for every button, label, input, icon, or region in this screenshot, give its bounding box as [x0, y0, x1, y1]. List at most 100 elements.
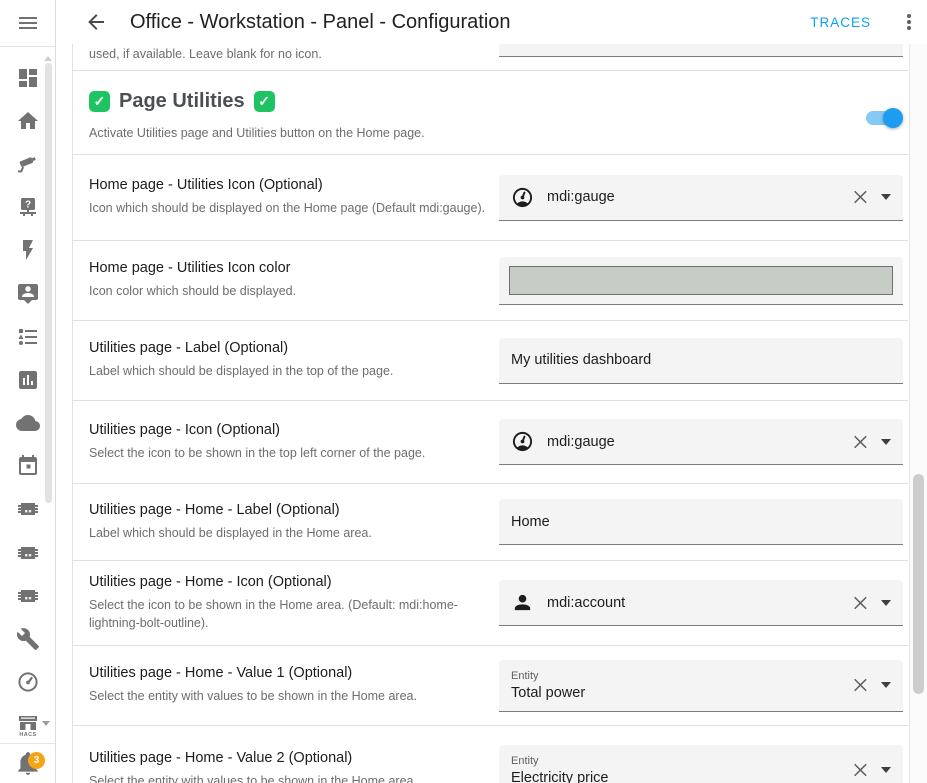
icon-picker-input[interactable]: mdi:account: [499, 580, 903, 626]
sidebar-scrollbar-thumb[interactable]: [45, 63, 52, 503]
chevron-down-icon[interactable]: [881, 682, 891, 688]
clear-icon[interactable]: [851, 187, 871, 207]
icon-picker-input[interactable]: mdi:gauge: [499, 175, 903, 221]
check-emoji-icon: ✓: [254, 91, 275, 112]
text-input-partial[interactable]: [499, 44, 903, 57]
field-label: Utilities page - Home - Value 1 (Optiona…: [89, 665, 417, 681]
section-header-row: ✓ Page Utilities ✓ Activate Utilities pa…: [73, 70, 908, 154]
gauge-icon: [16, 670, 40, 694]
lightning-icon: [16, 238, 40, 262]
field-value: mdi:account: [547, 595, 851, 611]
help-network-icon: ?: [16, 195, 40, 219]
dashboard-icon: [16, 66, 40, 90]
page-scrollbar[interactable]: [909, 44, 927, 783]
cloud-icon: [16, 411, 40, 435]
list-icon: [16, 325, 40, 349]
hacs-icon: [16, 713, 40, 733]
clear-icon[interactable]: [851, 593, 871, 613]
page-scrollbar-thumb[interactable]: [913, 474, 924, 694]
traces-button[interactable]: TRACES: [810, 15, 871, 30]
back-button[interactable]: [84, 10, 108, 34]
chip-icon: [16, 584, 40, 608]
chevron-down-icon[interactable]: [881, 600, 891, 606]
entity-picker-input[interactable]: Entity Total power: [499, 660, 903, 712]
text-input[interactable]: Home: [499, 499, 903, 545]
dots-vertical-icon: [897, 10, 921, 34]
sidebar-item-notifications[interactable]: 3: [0, 748, 56, 783]
field-label: Utilities page - Icon (Optional): [89, 422, 425, 438]
top-app-bar: Office - Workstation - Panel - Configura…: [56, 0, 927, 44]
field-label: Utilities page - Home - Value 2 (Optiona…: [89, 750, 417, 766]
field-value: mdi:gauge: [547, 189, 851, 205]
calendar-icon: [16, 454, 40, 478]
gauge-icon: [511, 186, 534, 209]
sidebar: ?: [0, 0, 56, 783]
hamburger-menu-button[interactable]: [0, 0, 55, 47]
config-row: Utilities page - Home - Value 2 (Optiona…: [73, 725, 908, 783]
clear-icon[interactable]: [851, 760, 871, 780]
chevron-down-icon[interactable]: [42, 721, 50, 726]
notification-badge: 3: [28, 752, 45, 769]
sidebar-scrollbar[interactable]: [44, 56, 52, 516]
wrench-icon: [16, 627, 40, 651]
tooltip-account-icon: [16, 282, 40, 306]
field-value: Electricity price: [511, 770, 851, 783]
overflow-menu-button[interactable]: [897, 10, 921, 34]
sidebar-item-supervisor[interactable]: [0, 617, 56, 660]
field-value: Home: [511, 514, 895, 530]
cctv-icon: [16, 152, 40, 176]
clear-icon[interactable]: [851, 675, 871, 695]
entity-floating-label: Entity: [511, 755, 851, 767]
svg-text:?: ?: [25, 200, 31, 211]
field-description: Label which should be displayed in the H…: [89, 524, 372, 542]
chevron-down-icon[interactable]: [881, 194, 891, 200]
scroll-up-icon[interactable]: [44, 56, 52, 61]
field-description: Label which should be displayed in the t…: [89, 362, 393, 380]
account-icon: [511, 591, 534, 614]
config-form: used, if available. Leave blank for no i…: [72, 44, 908, 783]
sidebar-item-device-3[interactable]: [0, 574, 56, 617]
config-row-partial: used, if available. Leave blank for no i…: [73, 44, 908, 70]
chevron-down-icon[interactable]: [881, 439, 891, 445]
chevron-down-icon[interactable]: [881, 767, 891, 773]
entity-picker-input[interactable]: Entity Electricity price: [499, 745, 903, 783]
config-row: Home page - Utilities Icon color Icon co…: [73, 240, 908, 320]
chip-icon: [16, 541, 40, 565]
entity-floating-label: Entity: [511, 670, 851, 682]
hamburger-icon: [16, 11, 40, 35]
field-label: Home page - Utilities Icon (Optional): [89, 177, 485, 193]
sidebar-item-hacs[interactable]: HACS: [0, 704, 56, 747]
color-picker-input[interactable]: [499, 257, 903, 305]
arrow-left-icon: [84, 10, 108, 34]
chip-icon: [16, 497, 40, 521]
field-description: Select the icon to be shown in the top l…: [89, 444, 425, 462]
section-title: Page Utilities: [119, 90, 245, 113]
config-row: Utilities page - Icon (Optional) Select …: [73, 400, 908, 483]
field-label: Utilities page - Home - Icon (Optional): [89, 574, 491, 590]
sidebar-item-gauge[interactable]: [0, 661, 56, 704]
config-row: Utilities page - Label (Optional) Label …: [73, 320, 908, 400]
sidebar-divider: [0, 743, 55, 744]
check-emoji-icon: ✓: [89, 91, 110, 112]
field-description: Icon which should be displayed on the Ho…: [89, 199, 485, 217]
color-swatch[interactable]: [509, 266, 893, 295]
field-label: Utilities page - Label (Optional): [89, 340, 393, 356]
icon-picker-input[interactable]: mdi:gauge: [499, 419, 903, 465]
clear-icon[interactable]: [851, 432, 871, 452]
section-description: Activate Utilities page and Utilities bu…: [89, 126, 903, 140]
config-row: Utilities page - Home - Icon (Optional) …: [73, 560, 908, 645]
text-input[interactable]: My utilities dashboard: [499, 338, 903, 384]
gauge-icon: [511, 430, 534, 453]
sidebar-item-device-2[interactable]: [0, 531, 56, 574]
field-description: Icon color which should be displayed.: [89, 282, 296, 300]
page-title: Office - Workstation - Panel - Configura…: [130, 11, 511, 34]
toggle-thumb[interactable]: [883, 108, 903, 128]
config-row: Home page - Utilities Icon (Optional) Ic…: [73, 154, 908, 240]
page-utilities-toggle[interactable]: [866, 111, 900, 125]
field-label: Home page - Utilities Icon color: [89, 260, 296, 276]
field-value: mdi:gauge: [547, 434, 851, 450]
chart-box-icon: [16, 368, 40, 392]
field-description: Select the entity with values to be show…: [89, 772, 417, 783]
hacs-label: HACS: [19, 732, 36, 738]
config-row: Utilities page - Home - Label (Optional)…: [73, 483, 908, 560]
